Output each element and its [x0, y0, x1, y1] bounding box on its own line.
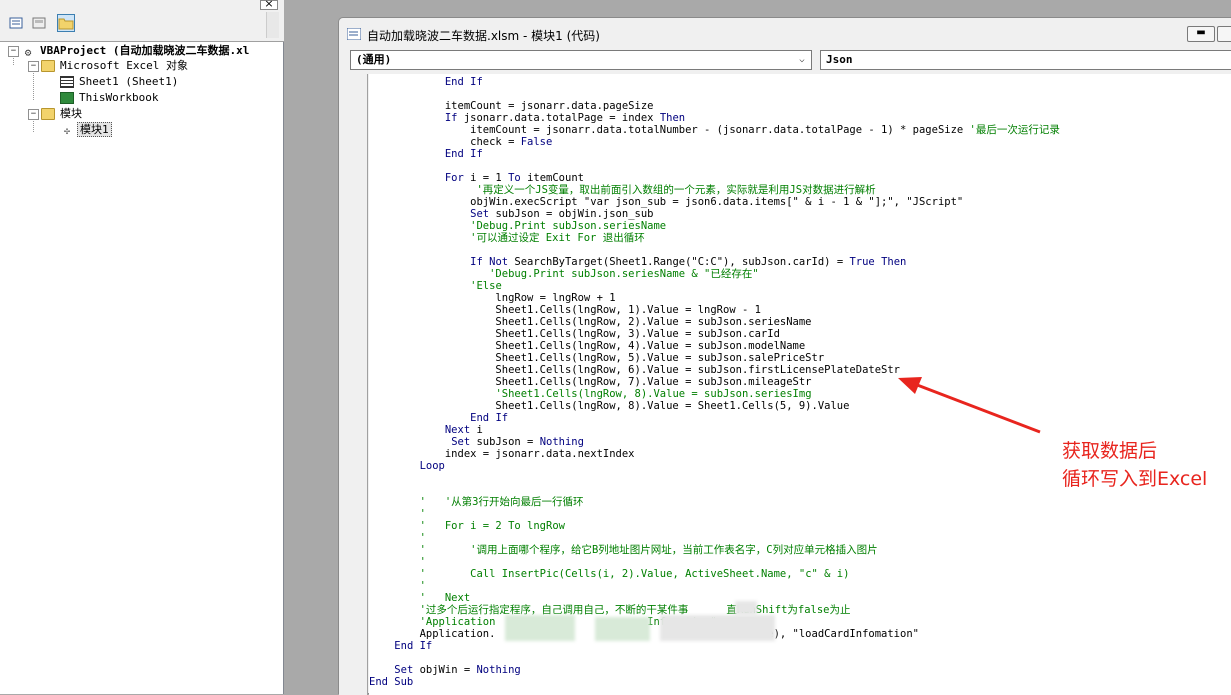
annotation-arrow: [898, 377, 1041, 434]
annotation-text-line1: 获取数据后: [1062, 440, 1158, 462]
annotation-text-line2: 循环写入到Excel: [1062, 468, 1208, 490]
